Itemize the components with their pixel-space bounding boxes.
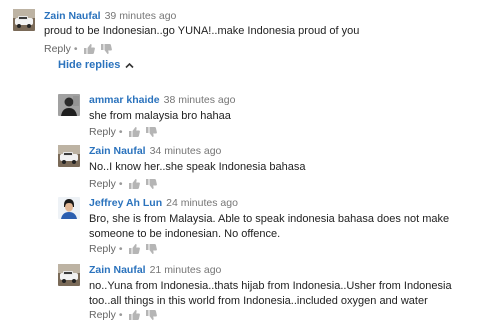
separator-dot: • bbox=[73, 43, 78, 55]
thumbs-up-icon[interactable] bbox=[83, 43, 95, 55]
comment-timestamp[interactable]: 34 minutes ago bbox=[150, 145, 222, 157]
comment-text: No..I know her..she speak Indonesia baha… bbox=[89, 161, 306, 173]
chevron-up-icon bbox=[125, 61, 134, 70]
thumbs-down-icon[interactable] bbox=[145, 243, 157, 255]
reply-button[interactable]: Reply bbox=[89, 309, 116, 321]
separator-dot: • bbox=[118, 126, 123, 138]
person-photo-avatar[interactable] bbox=[58, 94, 80, 116]
car-avatar-icon[interactable] bbox=[13, 9, 35, 31]
hide-replies-label: Hide replies bbox=[58, 59, 121, 71]
reply-button[interactable]: Reply bbox=[44, 43, 71, 55]
car-avatar-icon[interactable] bbox=[58, 264, 80, 286]
comment-author[interactable]: Jeffrey Ah Lun bbox=[89, 197, 162, 209]
comment-actions: Reply • bbox=[89, 125, 162, 139]
comment-actions: Reply • bbox=[89, 308, 162, 322]
car-avatar-icon[interactable] bbox=[58, 145, 80, 167]
reply-button[interactable]: Reply bbox=[89, 178, 116, 190]
comment-author[interactable]: ammar khaide bbox=[89, 94, 160, 106]
comment-timestamp[interactable]: 21 minutes ago bbox=[150, 264, 222, 276]
comment-text: she from malaysia bro hahaa bbox=[89, 110, 231, 122]
comment-text: proud to be Indonesian..go YUNA!..make I… bbox=[44, 25, 360, 37]
thumbs-up-icon[interactable] bbox=[128, 126, 140, 138]
thumbs-down-icon[interactable] bbox=[100, 43, 112, 55]
comment-timestamp[interactable]: 38 minutes ago bbox=[164, 94, 236, 106]
hide-replies-button[interactable]: Hide replies bbox=[58, 59, 134, 71]
separator-dot: • bbox=[118, 309, 123, 321]
person-photo-avatar[interactable] bbox=[58, 197, 80, 219]
thumbs-down-icon[interactable] bbox=[145, 309, 157, 321]
comment-actions: Reply • bbox=[89, 177, 162, 191]
comment-timestamp[interactable]: 24 minutes ago bbox=[166, 197, 238, 209]
comment-text: Bro, she is from Malaysia. Able to speak… bbox=[89, 213, 450, 240]
separator-dot: • bbox=[118, 178, 123, 190]
thumbs-down-icon[interactable] bbox=[145, 178, 157, 190]
thumbs-up-icon[interactable] bbox=[128, 243, 140, 255]
comment-actions: Reply • bbox=[89, 242, 162, 256]
comment-author[interactable]: Zain Naufal bbox=[89, 145, 146, 157]
comment-thread: Zain Naufal 39 minutes ago proud to be In… bbox=[0, 0, 480, 329]
thumbs-down-icon[interactable] bbox=[145, 126, 157, 138]
comment-text: no..Yuna from Indonesia..thats hijab fro… bbox=[89, 280, 452, 307]
comment-timestamp[interactable]: 39 minutes ago bbox=[105, 10, 177, 22]
thumbs-up-icon[interactable] bbox=[128, 178, 140, 190]
comment-author[interactable]: Zain Naufal bbox=[44, 10, 101, 22]
separator-dot: • bbox=[118, 243, 123, 255]
thumbs-up-icon[interactable] bbox=[128, 309, 140, 321]
comment-actions: Reply • bbox=[44, 42, 117, 56]
reply-button[interactable]: Reply bbox=[89, 243, 116, 255]
reply-button[interactable]: Reply bbox=[89, 126, 116, 138]
comment-author[interactable]: Zain Naufal bbox=[89, 264, 146, 276]
